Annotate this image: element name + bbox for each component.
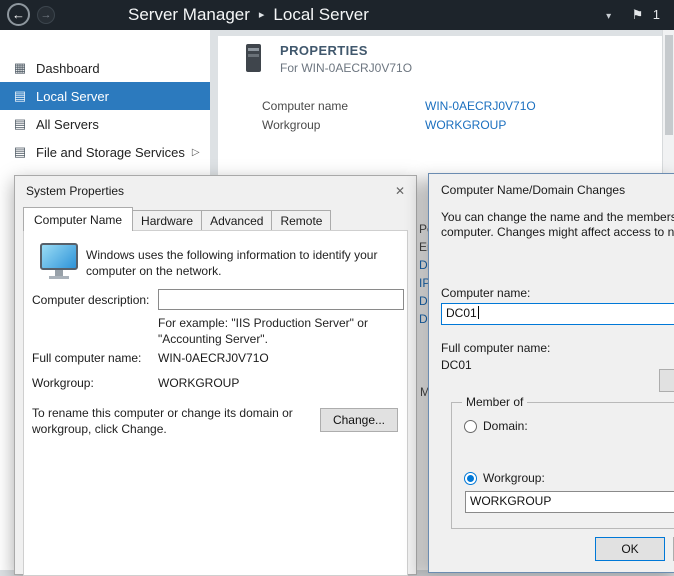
text-caret xyxy=(478,306,479,319)
breadcrumb-current: Local Server xyxy=(273,5,368,24)
sidebar-item-local-server[interactable]: ▤ Local Server xyxy=(0,82,210,110)
workgroup-label: Workgroup: xyxy=(32,376,94,390)
dashboard-icon: ▦ xyxy=(12,60,28,76)
workgroup-input[interactable]: WORKGROUP xyxy=(465,491,674,513)
back-button[interactable]: ← xyxy=(7,3,30,26)
workgroup-radio-label[interactable]: Workgroup: xyxy=(483,471,545,485)
monitor-screen xyxy=(40,243,78,270)
workgroup-radio[interactable] xyxy=(464,472,477,485)
workgroup-field-value: WORKGROUP xyxy=(470,494,551,508)
dialog-body-text: You can change the name and the membersh… xyxy=(441,210,674,224)
property-label-computer-name: Computer name xyxy=(262,99,348,113)
property-label-workgroup: Workgroup xyxy=(262,118,320,132)
dialog-body-text: computer. Changes might affect access to… xyxy=(441,225,674,239)
member-of-groupbox: Member of Domain: Workgroup: WORKGROUP xyxy=(451,402,674,529)
computer-description-input[interactable] xyxy=(158,289,404,310)
properties-subheading: For WIN-0AECRJ0V71O xyxy=(280,61,412,75)
back-arrow-icon: ← xyxy=(12,7,25,22)
full-computer-name-label: Full computer name: xyxy=(441,341,550,355)
intro-text: Windows uses the following information t… xyxy=(86,247,398,279)
more-button-clipped[interactable] xyxy=(659,369,674,392)
expand-chevron-icon[interactable]: ▷ xyxy=(192,147,200,158)
ok-button[interactable]: OK xyxy=(595,537,665,561)
full-computer-name-value: DC01 xyxy=(441,358,472,372)
monitor-base xyxy=(49,276,69,279)
menu-caret-icon[interactable]: ▾ xyxy=(606,11,611,22)
description-example-text: For example: "IIS Production Server" or … xyxy=(158,316,393,347)
system-properties-dialog: System Properties ✕ Computer Name Hardwa… xyxy=(14,175,417,575)
server-icon: ▤ xyxy=(12,88,28,104)
breadcrumb-chevron-icon: ▸ xyxy=(259,9,265,21)
tab-strip: Computer Name Hardware Advanced Remote xyxy=(23,207,330,231)
full-computer-name-value: WIN-0AECRJ0V71O xyxy=(158,351,269,365)
app-title: Server Manager xyxy=(128,5,250,24)
property-value-workgroup[interactable]: WORKGROUP xyxy=(425,118,506,132)
sidebar-item-label: Dashboard xyxy=(36,61,100,76)
tab-advanced[interactable]: Advanced xyxy=(201,210,272,231)
change-button[interactable]: Change... xyxy=(320,408,398,432)
dialog-title: System Properties xyxy=(26,184,124,198)
member-of-label: Member of xyxy=(462,395,527,409)
clipped-text-fragment: D xyxy=(419,258,428,272)
properties-heading: PROPERTIES xyxy=(280,43,368,58)
dialog-title: Computer Name/Domain Changes xyxy=(441,183,625,197)
close-button[interactable]: ✕ xyxy=(390,181,410,201)
workgroup-value: WORKGROUP xyxy=(158,376,239,390)
domain-radio[interactable] xyxy=(464,420,477,433)
notification-count-badge[interactable]: 1 xyxy=(653,7,660,22)
notifications-flag-icon[interactable]: ⚑ xyxy=(632,7,644,22)
sidebar-item-label: All Servers xyxy=(36,117,99,132)
sidebar-item-label: Local Server xyxy=(36,89,109,104)
tab-hardware[interactable]: Hardware xyxy=(132,210,202,231)
titlebar: ← → Server Manager ▸ Local Server ▾ ⚑ 1 xyxy=(0,0,674,30)
titlebar-right-controls: ▾ ⚑ 1 xyxy=(606,0,660,30)
clipped-text-fragment: D xyxy=(419,312,428,326)
tab-remote[interactable]: Remote xyxy=(271,210,331,231)
domain-radio-label[interactable]: Domain: xyxy=(483,419,528,433)
computer-monitor-icon xyxy=(40,243,80,285)
server-tile-icon xyxy=(246,44,261,72)
computer-name-label: Computer name: xyxy=(441,286,530,300)
computer-name-input[interactable]: DC01 xyxy=(441,303,674,325)
tab-computer-name[interactable]: Computer Name xyxy=(23,207,133,231)
property-value-computer-name[interactable]: WIN-0AECRJ0V71O xyxy=(425,99,536,113)
sidebar-item-all-servers[interactable]: ▤ All Servers xyxy=(0,110,210,138)
sidebar-item-label: File and Storage Services xyxy=(36,145,185,160)
computer-name-tab-page: Windows uses the following information t… xyxy=(23,230,408,576)
server-icon: ▤ xyxy=(12,144,28,160)
computer-name-value: DC01 xyxy=(446,306,477,320)
domain-changes-dialog: Computer Name/Domain Changes You can cha… xyxy=(428,173,674,573)
full-computer-name-label: Full computer name: xyxy=(32,351,141,365)
forward-arrow-icon: → xyxy=(41,9,52,21)
breadcrumb: Server Manager ▸ Local Server xyxy=(128,0,369,30)
server-icon: ▤ xyxy=(12,116,28,132)
sidebar-item-file-storage-services[interactable]: ▤ File and Storage Services ▷ xyxy=(0,138,210,166)
scrollbar-thumb[interactable] xyxy=(665,35,673,135)
sidebar-item-dashboard[interactable]: ▦ Dashboard xyxy=(0,54,210,82)
rename-hint-text: To rename this computer or change its do… xyxy=(32,405,307,437)
forward-button[interactable]: → xyxy=(37,6,55,24)
computer-description-label: Computer description: xyxy=(32,293,149,307)
clipped-text-fragment: D xyxy=(419,294,428,308)
close-icon: ✕ xyxy=(395,184,405,198)
